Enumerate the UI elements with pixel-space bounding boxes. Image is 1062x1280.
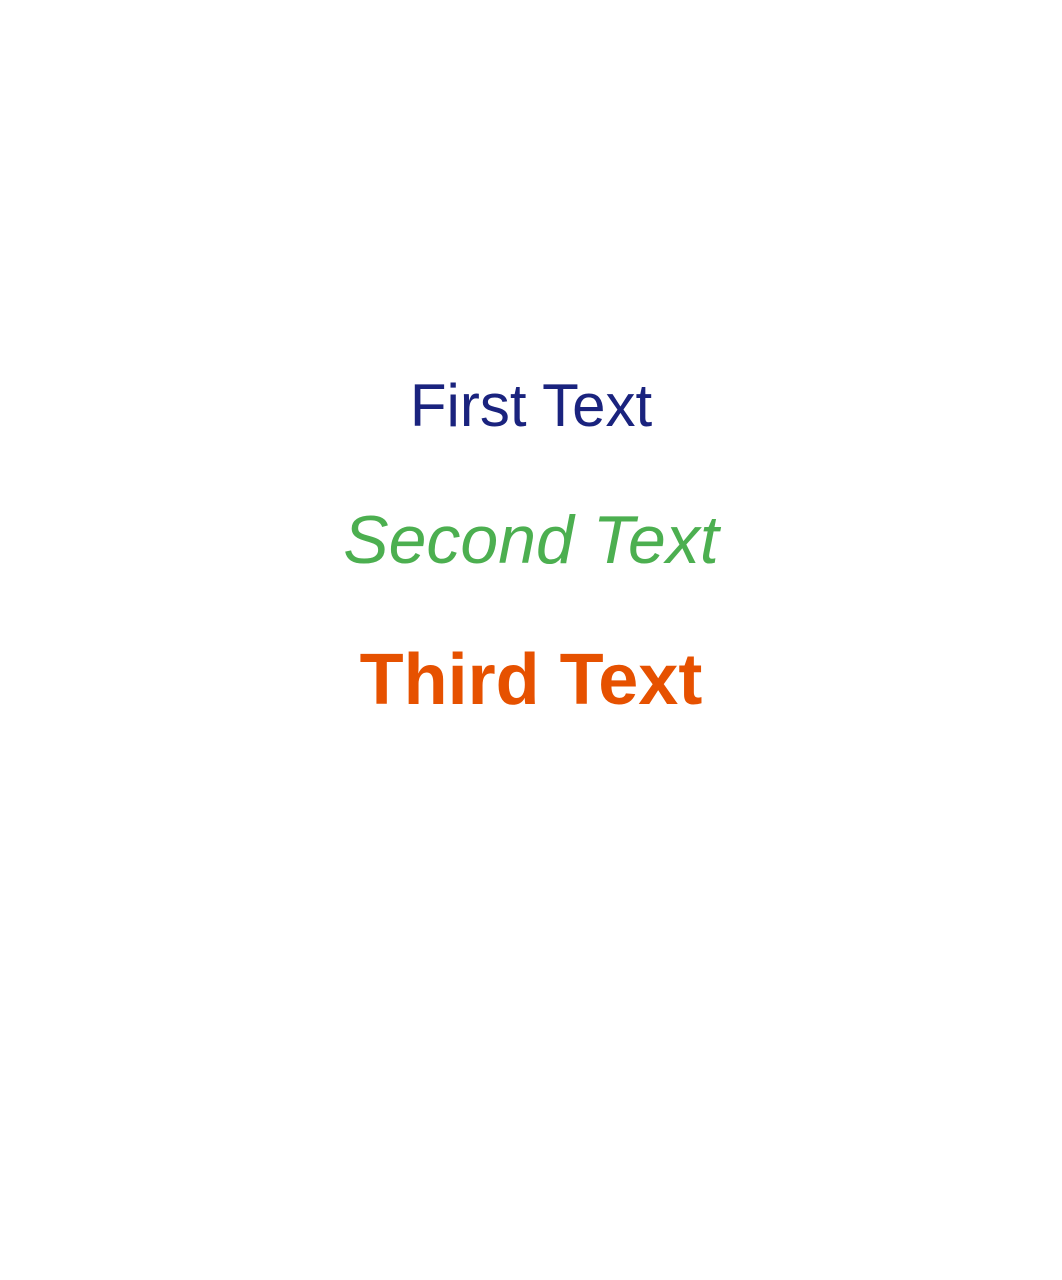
third-text: Third Text bbox=[359, 640, 703, 720]
first-text: First Text bbox=[409, 372, 653, 439]
second-text: Second Text bbox=[343, 502, 719, 578]
screen: First Text Second Text Third Text bbox=[0, 0, 1062, 1280]
